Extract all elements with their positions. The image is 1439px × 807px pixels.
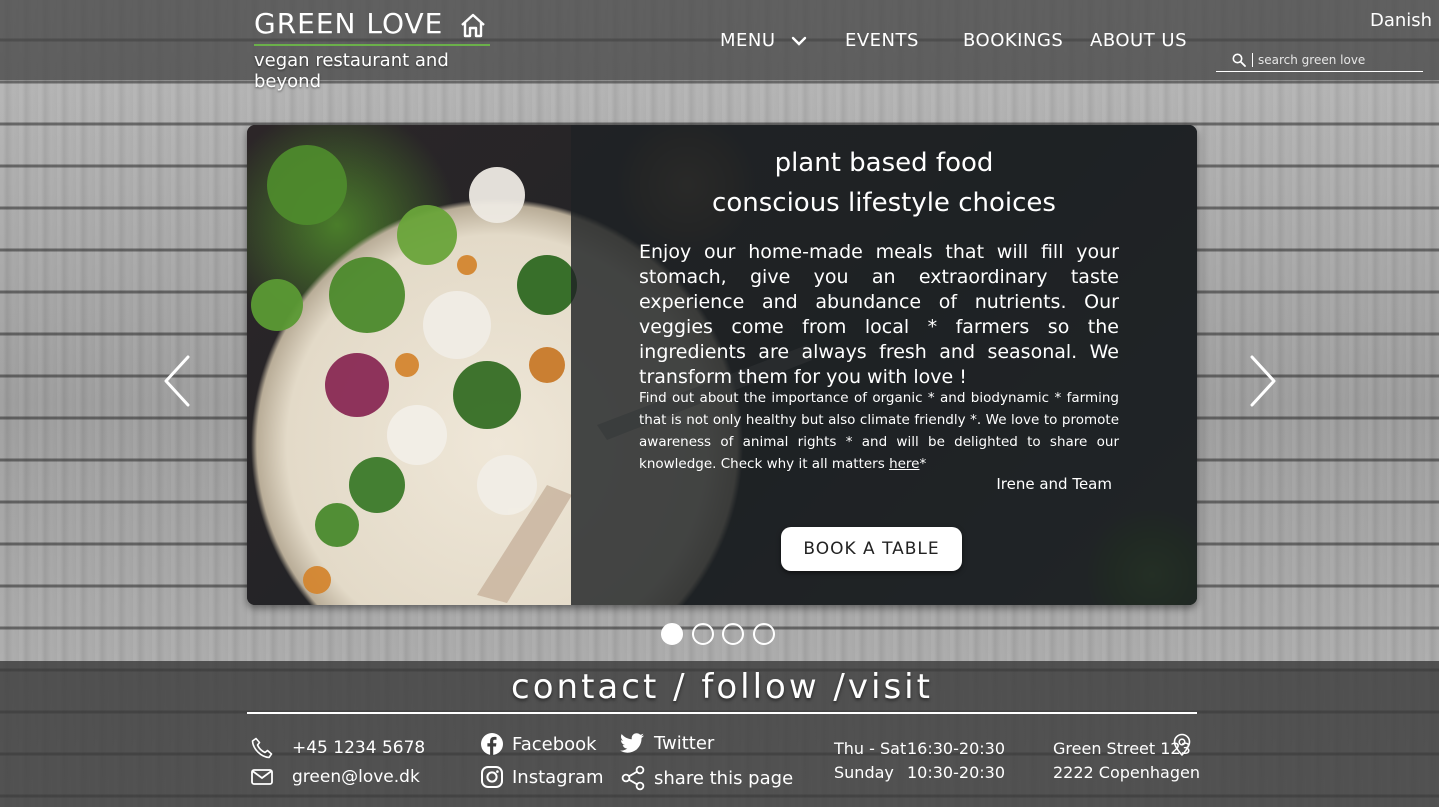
twitter-label: Twitter bbox=[654, 732, 715, 754]
brand[interactable]: GREEN LOVE vegan restaurant and beyond bbox=[254, 6, 490, 92]
here-link[interactable]: here bbox=[889, 456, 919, 472]
hero-heading-line1: plant based food bbox=[774, 148, 994, 178]
footer-divider bbox=[247, 712, 1197, 714]
twitter-icon bbox=[620, 733, 644, 753]
site-footer: contact / follow /visit +45 1234 5678 gr… bbox=[0, 661, 1439, 807]
facebook-icon bbox=[481, 733, 503, 755]
instagram-label: Instagram bbox=[512, 766, 604, 788]
chevron-down-icon[interactable] bbox=[790, 34, 808, 48]
map-pin-icon[interactable] bbox=[1170, 733, 1194, 757]
phone-icon bbox=[251, 737, 273, 759]
nav-item-events[interactable]: EVENTS bbox=[845, 30, 919, 51]
hero-paragraph-secondary: Find out about the importance of organic… bbox=[639, 387, 1119, 475]
nav-item-menu[interactable]: MENU bbox=[720, 30, 808, 51]
nav-item-bookings[interactable]: BOOKINGS bbox=[963, 30, 1063, 51]
hours-time: 10:30-20:30 bbox=[907, 763, 1005, 782]
hero-paragraph-secondary-text: Find out about the importance of organic… bbox=[639, 390, 1119, 472]
hours-time: 16:30-20:30 bbox=[907, 739, 1005, 758]
share-label: share this page bbox=[654, 767, 794, 789]
hours-days: Sunday bbox=[834, 763, 894, 782]
carousel-prev-arrow-icon[interactable] bbox=[162, 355, 192, 407]
brand-title[interactable]: GREEN LOVE bbox=[254, 6, 490, 42]
mail-icon bbox=[251, 769, 273, 785]
carousel-dot-4[interactable] bbox=[753, 623, 775, 645]
hours-row: Thu - Sat16:30-20:30 bbox=[834, 737, 1005, 761]
email-address: green@love.dk bbox=[292, 767, 420, 787]
site-header: GREEN LOVE vegan restaurant and beyond M… bbox=[0, 0, 1439, 92]
search-input[interactable] bbox=[1252, 52, 1412, 67]
twitter-link[interactable]: Twitter bbox=[620, 732, 714, 754]
address-city: 2222 Copenhagen bbox=[1053, 763, 1200, 782]
nav-item-about[interactable]: ABOUT US bbox=[1090, 30, 1187, 51]
book-a-table-button[interactable]: BOOK A TABLE bbox=[781, 527, 962, 571]
footer-title: contact / follow /visit bbox=[511, 667, 933, 707]
share-link[interactable]: share this page bbox=[620, 765, 793, 791]
brand-underline bbox=[254, 44, 490, 46]
instagram-icon bbox=[481, 766, 503, 788]
phone-number: +45 1234 5678 bbox=[292, 738, 426, 758]
hours-days: Thu - Sat bbox=[834, 739, 907, 758]
hero-paragraph: Enjoy our home-made meals that will fill… bbox=[639, 241, 1119, 388]
hero-heading: plant based food conscious lifestyle cho… bbox=[571, 143, 1197, 223]
hero-slide: plant based food conscious lifestyle cho… bbox=[247, 125, 1197, 605]
hours-row: Sunday 10:30-20:30 bbox=[834, 761, 1005, 785]
phone-contact[interactable]: +45 1234 5678 bbox=[250, 736, 425, 760]
email-contact[interactable]: green@love.dk bbox=[250, 767, 420, 787]
carousel-dots bbox=[661, 623, 781, 647]
search-bar bbox=[1216, 48, 1423, 72]
search-icon[interactable] bbox=[1232, 53, 1246, 67]
language-switch[interactable]: Danish bbox=[1370, 10, 1432, 31]
nav-item-menu-label: MENU bbox=[720, 30, 776, 51]
carousel-dot-3[interactable] bbox=[722, 623, 744, 645]
here-link-suffix: * bbox=[919, 456, 927, 472]
hero-heading-line2: conscious lifestyle choices bbox=[712, 188, 1056, 218]
opening-hours: Thu - Sat16:30-20:30 Sunday 10:30-20:30 bbox=[834, 737, 1005, 785]
carousel-next-arrow-icon[interactable] bbox=[1248, 355, 1278, 407]
carousel-dot-2[interactable] bbox=[692, 623, 714, 645]
brand-subtitle: vegan restaurant and beyond bbox=[254, 50, 449, 92]
facebook-link[interactable]: Facebook bbox=[480, 732, 597, 756]
instagram-link[interactable]: Instagram bbox=[480, 765, 604, 789]
home-icon[interactable] bbox=[458, 10, 488, 40]
hero-signature: Irene and Team bbox=[996, 475, 1112, 493]
facebook-label: Facebook bbox=[512, 733, 597, 755]
share-icon bbox=[621, 765, 645, 791]
carousel-dot-1[interactable] bbox=[661, 623, 683, 645]
